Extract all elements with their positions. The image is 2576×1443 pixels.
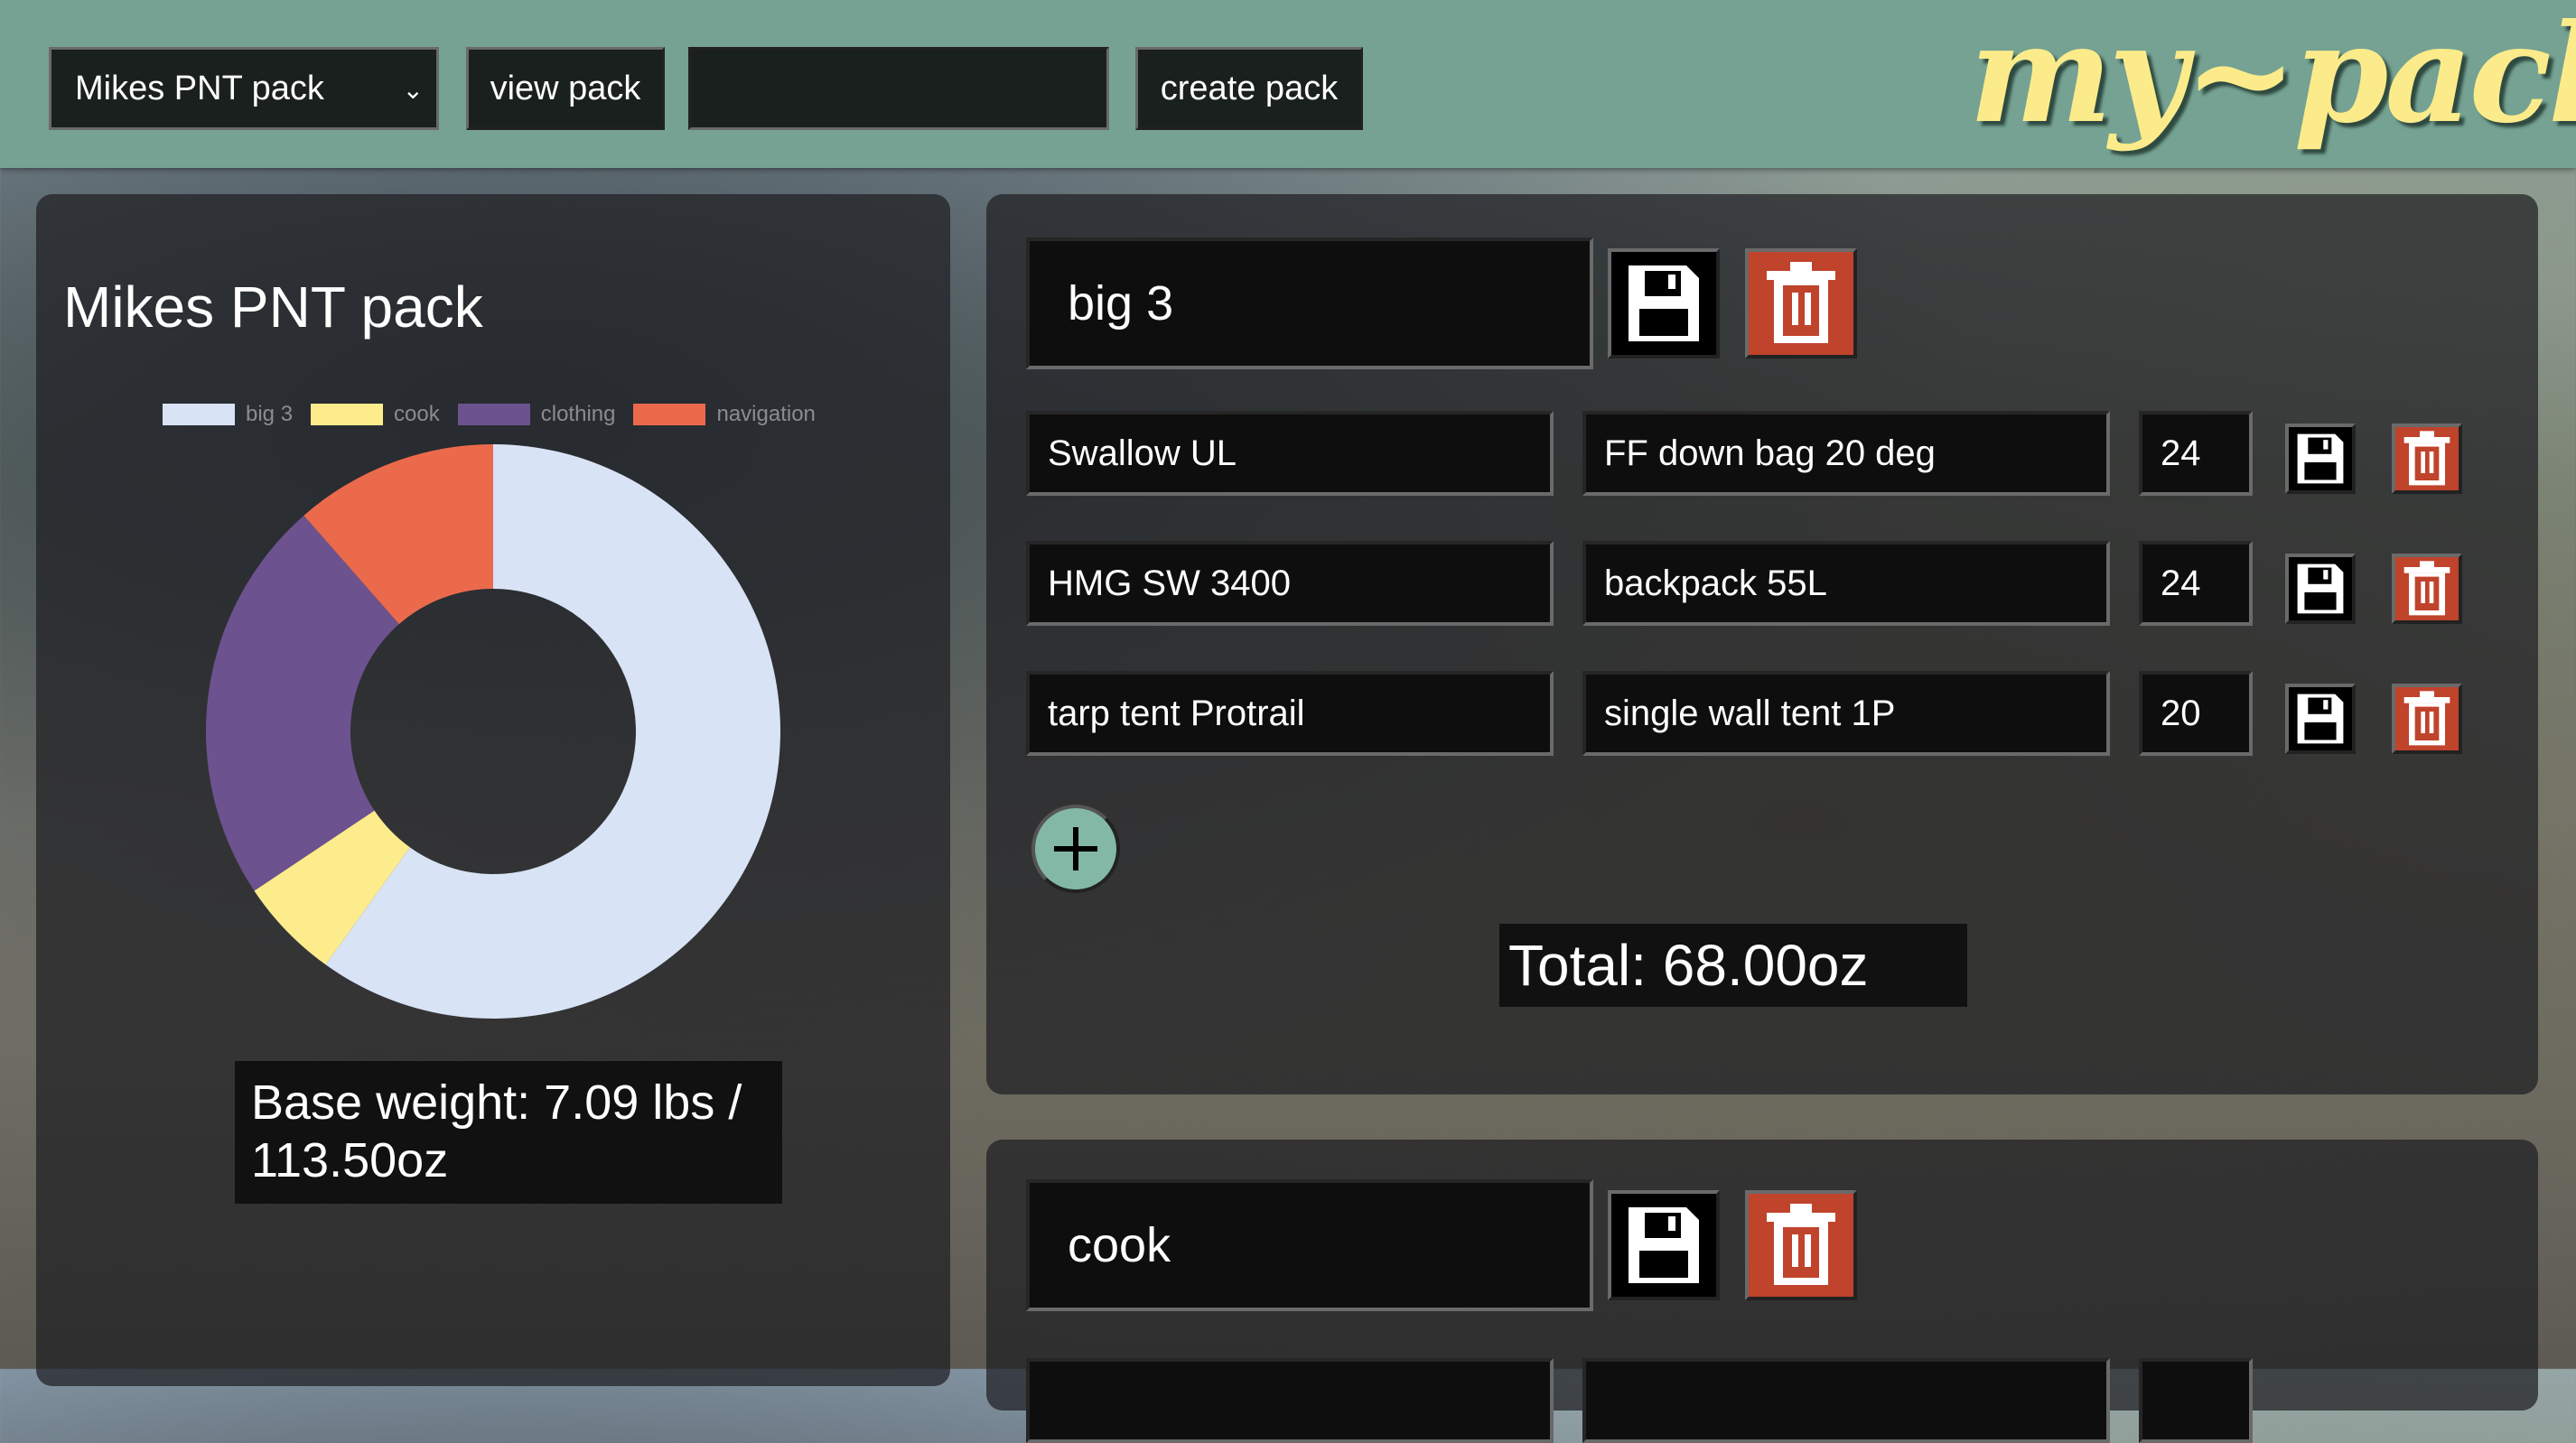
pack-summary-panel: Mikes PNT pack big 3 cook clothing navig… <box>36 194 950 1386</box>
trash-icon <box>2403 561 2450 616</box>
legend-label: cook <box>394 402 440 426</box>
legend-swatch <box>457 404 530 425</box>
add-item-button[interactable] <box>1031 805 1120 893</box>
chart-legend: big 3 cook clothing navigation <box>163 402 834 427</box>
category-card-cook: cook <box>986 1140 2538 1443</box>
item-description-input[interactable] <box>1582 1358 2110 1443</box>
item-weight-input[interactable]: 24 <box>2139 411 2253 496</box>
item-description-input[interactable]: FF down bag 20 deg <box>1582 411 2110 496</box>
save-category-button[interactable] <box>1608 1190 1720 1300</box>
save-item-button[interactable] <box>2285 684 2356 754</box>
delete-category-button[interactable] <box>1745 1190 1857 1300</box>
legend-label: big 3 <box>246 402 294 426</box>
save-item-button[interactable] <box>2285 424 2356 494</box>
floppy-disk-icon <box>2297 563 2344 614</box>
legend-item[interactable]: cook <box>311 402 440 427</box>
pack-select[interactable]: Mikes PNT pack ⌄ <box>49 47 439 130</box>
item-weight-input[interactable] <box>2139 1358 2253 1443</box>
item-name-input[interactable]: HMG SW 3400 <box>1026 541 1554 626</box>
base-weight-readout: Base weight: 7.09 lbs / 113.50oz <box>235 1061 782 1204</box>
legend-label: clothing <box>540 402 616 426</box>
floppy-disk-icon <box>2297 433 2344 484</box>
pack-select-value: Mikes PNT pack <box>75 69 324 107</box>
legend-item[interactable]: big 3 <box>163 402 293 427</box>
item-name-input[interactable]: tarp tent Protrail <box>1026 671 1554 756</box>
trash-icon <box>1767 1204 1835 1285</box>
category-total: Total: 68.00oz <box>1499 924 1967 1007</box>
view-pack-button[interactable]: view pack <box>466 47 665 130</box>
delete-item-button[interactable] <box>2392 424 2462 494</box>
legend-swatch <box>311 404 384 425</box>
legend-label: navigation <box>716 402 816 426</box>
category-name-input[interactable]: cook <box>1026 1179 1593 1311</box>
item-description-input[interactable]: single wall tent 1P <box>1582 671 2110 756</box>
trash-icon <box>2403 431 2450 486</box>
legend-swatch <box>163 404 235 425</box>
trash-icon <box>2403 691 2450 746</box>
weight-donut-chart <box>206 444 781 1019</box>
item-name-input[interactable]: Swallow UL <box>1026 411 1554 496</box>
save-item-button[interactable] <box>2285 554 2356 624</box>
item-description-input[interactable]: backpack 55L <box>1582 541 2110 626</box>
legend-item[interactable]: clothing <box>457 402 616 427</box>
delete-item-button[interactable] <box>2392 554 2462 624</box>
floppy-disk-icon <box>1629 265 1699 341</box>
pack-title: Mikes PNT pack <box>63 275 483 340</box>
trash-icon <box>1767 262 1835 343</box>
save-category-button[interactable] <box>1608 248 1720 358</box>
floppy-disk-icon <box>1629 1207 1699 1283</box>
legend-swatch <box>633 404 706 425</box>
legend-item[interactable]: navigation <box>633 402 816 427</box>
item-weight-input[interactable]: 24 <box>2139 541 2253 626</box>
top-bar: Mikes PNT pack ⌄ view pack create pack m… <box>0 0 2576 168</box>
item-weight-input[interactable]: 20 <box>2139 671 2253 756</box>
base-weight-oz: 113.50oz <box>251 1133 449 1187</box>
delete-item-button[interactable] <box>2392 684 2462 754</box>
category-card-big-3: big 3 Swallow UL FF down bag 20 deg 24 H… <box>986 194 2538 1094</box>
new-pack-name-input[interactable] <box>688 47 1109 130</box>
plus-icon <box>1054 827 1097 870</box>
create-pack-button[interactable]: create pack <box>1135 47 1363 130</box>
category-name-input[interactable]: big 3 <box>1026 237 1593 369</box>
chevron-down-icon: ⌄ <box>402 76 424 104</box>
item-name-input[interactable] <box>1026 1358 1554 1443</box>
floppy-disk-icon <box>2297 694 2344 744</box>
base-weight-lbs: Base weight: 7.09 lbs / <box>251 1075 742 1130</box>
delete-category-button[interactable] <box>1745 248 1857 358</box>
app-logo: my~pack <box>1969 0 2576 154</box>
